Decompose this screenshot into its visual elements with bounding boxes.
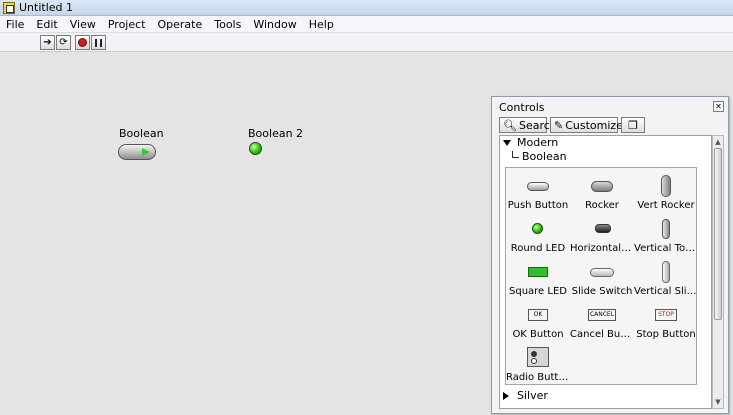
- palette-item-cancel-button[interactable]: CANCEL Cancel Button: [570, 301, 634, 345]
- palette-item-label: Radio Buttons: [506, 372, 570, 383]
- menu-tools[interactable]: Tools: [208, 16, 247, 33]
- palette-item-label: Horizontal T...: [570, 243, 634, 254]
- palette-view-icon: ❐: [628, 118, 638, 132]
- scroll-up-arrow-icon[interactable]: ▲: [713, 136, 723, 148]
- palette-item-label: Slide Switch: [571, 286, 633, 297]
- palette-item-push-button[interactable]: Push Button: [506, 172, 570, 216]
- stop-button-icon: STOP: [655, 309, 677, 321]
- ok-button-icon: OK: [528, 309, 548, 321]
- palette-item-label: Vert Rocker: [637, 200, 695, 211]
- menu-window[interactable]: Window: [247, 16, 302, 33]
- palette-search-button[interactable]: 🔍︎ Search: [499, 117, 557, 133]
- pause-icon: [95, 38, 102, 47]
- square-led-icon: [528, 267, 548, 277]
- tree-category-silver[interactable]: Silver: [503, 389, 548, 402]
- palette-item-vert-rocker[interactable]: Vert Rocker: [634, 172, 698, 216]
- palette-item-rocker[interactable]: Rocker: [570, 172, 634, 216]
- palette-item-round-led[interactable]: Round LED: [506, 215, 570, 259]
- radio-buttons-icon: [527, 347, 549, 367]
- palette-tree: Modern Boolean Push Button Rocker Vert R…: [499, 135, 712, 409]
- run-continuously-button[interactable]: ⟳: [56, 35, 71, 50]
- palette-item-label: Cancel Button: [570, 329, 634, 340]
- palette-item-label: Round LED: [510, 243, 566, 254]
- title-bar: Untitled 1: [0, 0, 733, 16]
- palette-title: Controls: [499, 101, 545, 114]
- collapsed-triangle-icon: [503, 392, 509, 400]
- boolean-label: Boolean: [119, 127, 164, 140]
- menu-bar: File Edit View Project Operate Tools Win…: [0, 16, 733, 33]
- push-button-icon: [527, 182, 549, 191]
- vertical-slide-switch-icon: [662, 261, 670, 283]
- palette-item-label: Rocker: [585, 200, 619, 211]
- palette-item-label: Vertical Slide...: [634, 286, 698, 297]
- palette-item-vertical-slide[interactable]: Vertical Slide...: [634, 258, 698, 302]
- stop-sign-icon: [78, 38, 87, 47]
- palette-item-label: Push Button: [507, 200, 569, 211]
- tree-subcategory-boolean[interactable]: Boolean: [512, 150, 567, 163]
- abort-execution-button[interactable]: [75, 35, 90, 50]
- menu-help[interactable]: Help: [303, 16, 340, 33]
- run-continuously-icon: ⟳: [59, 36, 68, 48]
- boolean-palette-grid: Push Button Rocker Vert Rocker Round LED…: [505, 167, 698, 388]
- customize-button-label: Customize: [565, 118, 623, 132]
- palette-close-button[interactable]: ✕: [713, 101, 724, 112]
- palette-item-ok-button[interactable]: OK OK Button: [506, 301, 570, 345]
- vert-rocker-icon: [661, 175, 671, 197]
- palette-item-vertical-toggle[interactable]: Vertical Tog...: [634, 215, 698, 259]
- cancel-button-icon: CANCEL: [588, 309, 616, 321]
- close-icon: ✕: [715, 102, 722, 111]
- boolean-2-round-led[interactable]: [249, 142, 262, 155]
- round-led-icon: [532, 223, 543, 234]
- scrollbar-thumb[interactable]: [714, 148, 722, 320]
- boolean-push-button[interactable]: [118, 144, 156, 160]
- vertical-toggle-icon: [662, 219, 670, 239]
- menu-file[interactable]: File: [0, 16, 30, 33]
- palette-item-label: OK Button: [512, 329, 564, 340]
- palette-item-label: Stop Button: [636, 329, 696, 340]
- expanded-triangle-icon: [503, 140, 511, 146]
- palette-item-label: Square LED: [509, 286, 567, 297]
- palette-item-label: Vertical Tog...: [634, 243, 698, 254]
- palette-item-radio-buttons[interactable]: Radio Buttons: [506, 344, 570, 388]
- run-arrow-icon: ➔: [43, 36, 52, 48]
- palette-item-horizontal-toggle[interactable]: Horizontal T...: [570, 215, 634, 259]
- palette-item-slide-switch[interactable]: Slide Switch: [570, 258, 634, 302]
- scroll-down-arrow-icon[interactable]: ▼: [713, 396, 723, 408]
- palette-item-square-led[interactable]: Square LED: [506, 258, 570, 302]
- palette-view-button[interactable]: ❐: [621, 117, 645, 133]
- wrench-icon: ✎: [554, 118, 564, 132]
- labview-app-icon: [3, 1, 15, 14]
- slide-switch-icon: [590, 268, 614, 277]
- menu-operate[interactable]: Operate: [151, 16, 208, 33]
- menu-view[interactable]: View: [64, 16, 102, 33]
- tree-category-modern[interactable]: Modern: [503, 136, 558, 149]
- category-modern-label: Modern: [517, 136, 559, 149]
- run-button[interactable]: ➔: [40, 35, 55, 50]
- search-icon: 🔍︎: [503, 118, 517, 132]
- controls-palette: Controls ✕ 🔍︎ Search ✎ Customize ▾ ❐ Mod…: [491, 96, 729, 414]
- palette-vertical-scrollbar[interactable]: ▲ ▼: [712, 135, 724, 409]
- horizontal-toggle-icon: [595, 224, 611, 233]
- menu-project[interactable]: Project: [102, 16, 152, 33]
- boolean-2-label: Boolean 2: [248, 127, 304, 140]
- toolbar: ➔ ⟳: [0, 33, 733, 52]
- window-title: Untitled 1: [19, 1, 74, 14]
- category-silver-label: Silver: [517, 389, 548, 402]
- subcategory-boolean-label: Boolean: [522, 150, 567, 163]
- tree-branch-icon: [512, 151, 519, 158]
- menu-edit[interactable]: Edit: [30, 16, 63, 33]
- palette-item-stop-button[interactable]: STOP Stop Button: [634, 301, 698, 345]
- pause-button[interactable]: [91, 35, 106, 50]
- rocker-icon: [591, 181, 613, 192]
- palette-customize-button[interactable]: ✎ Customize ▾: [550, 117, 628, 133]
